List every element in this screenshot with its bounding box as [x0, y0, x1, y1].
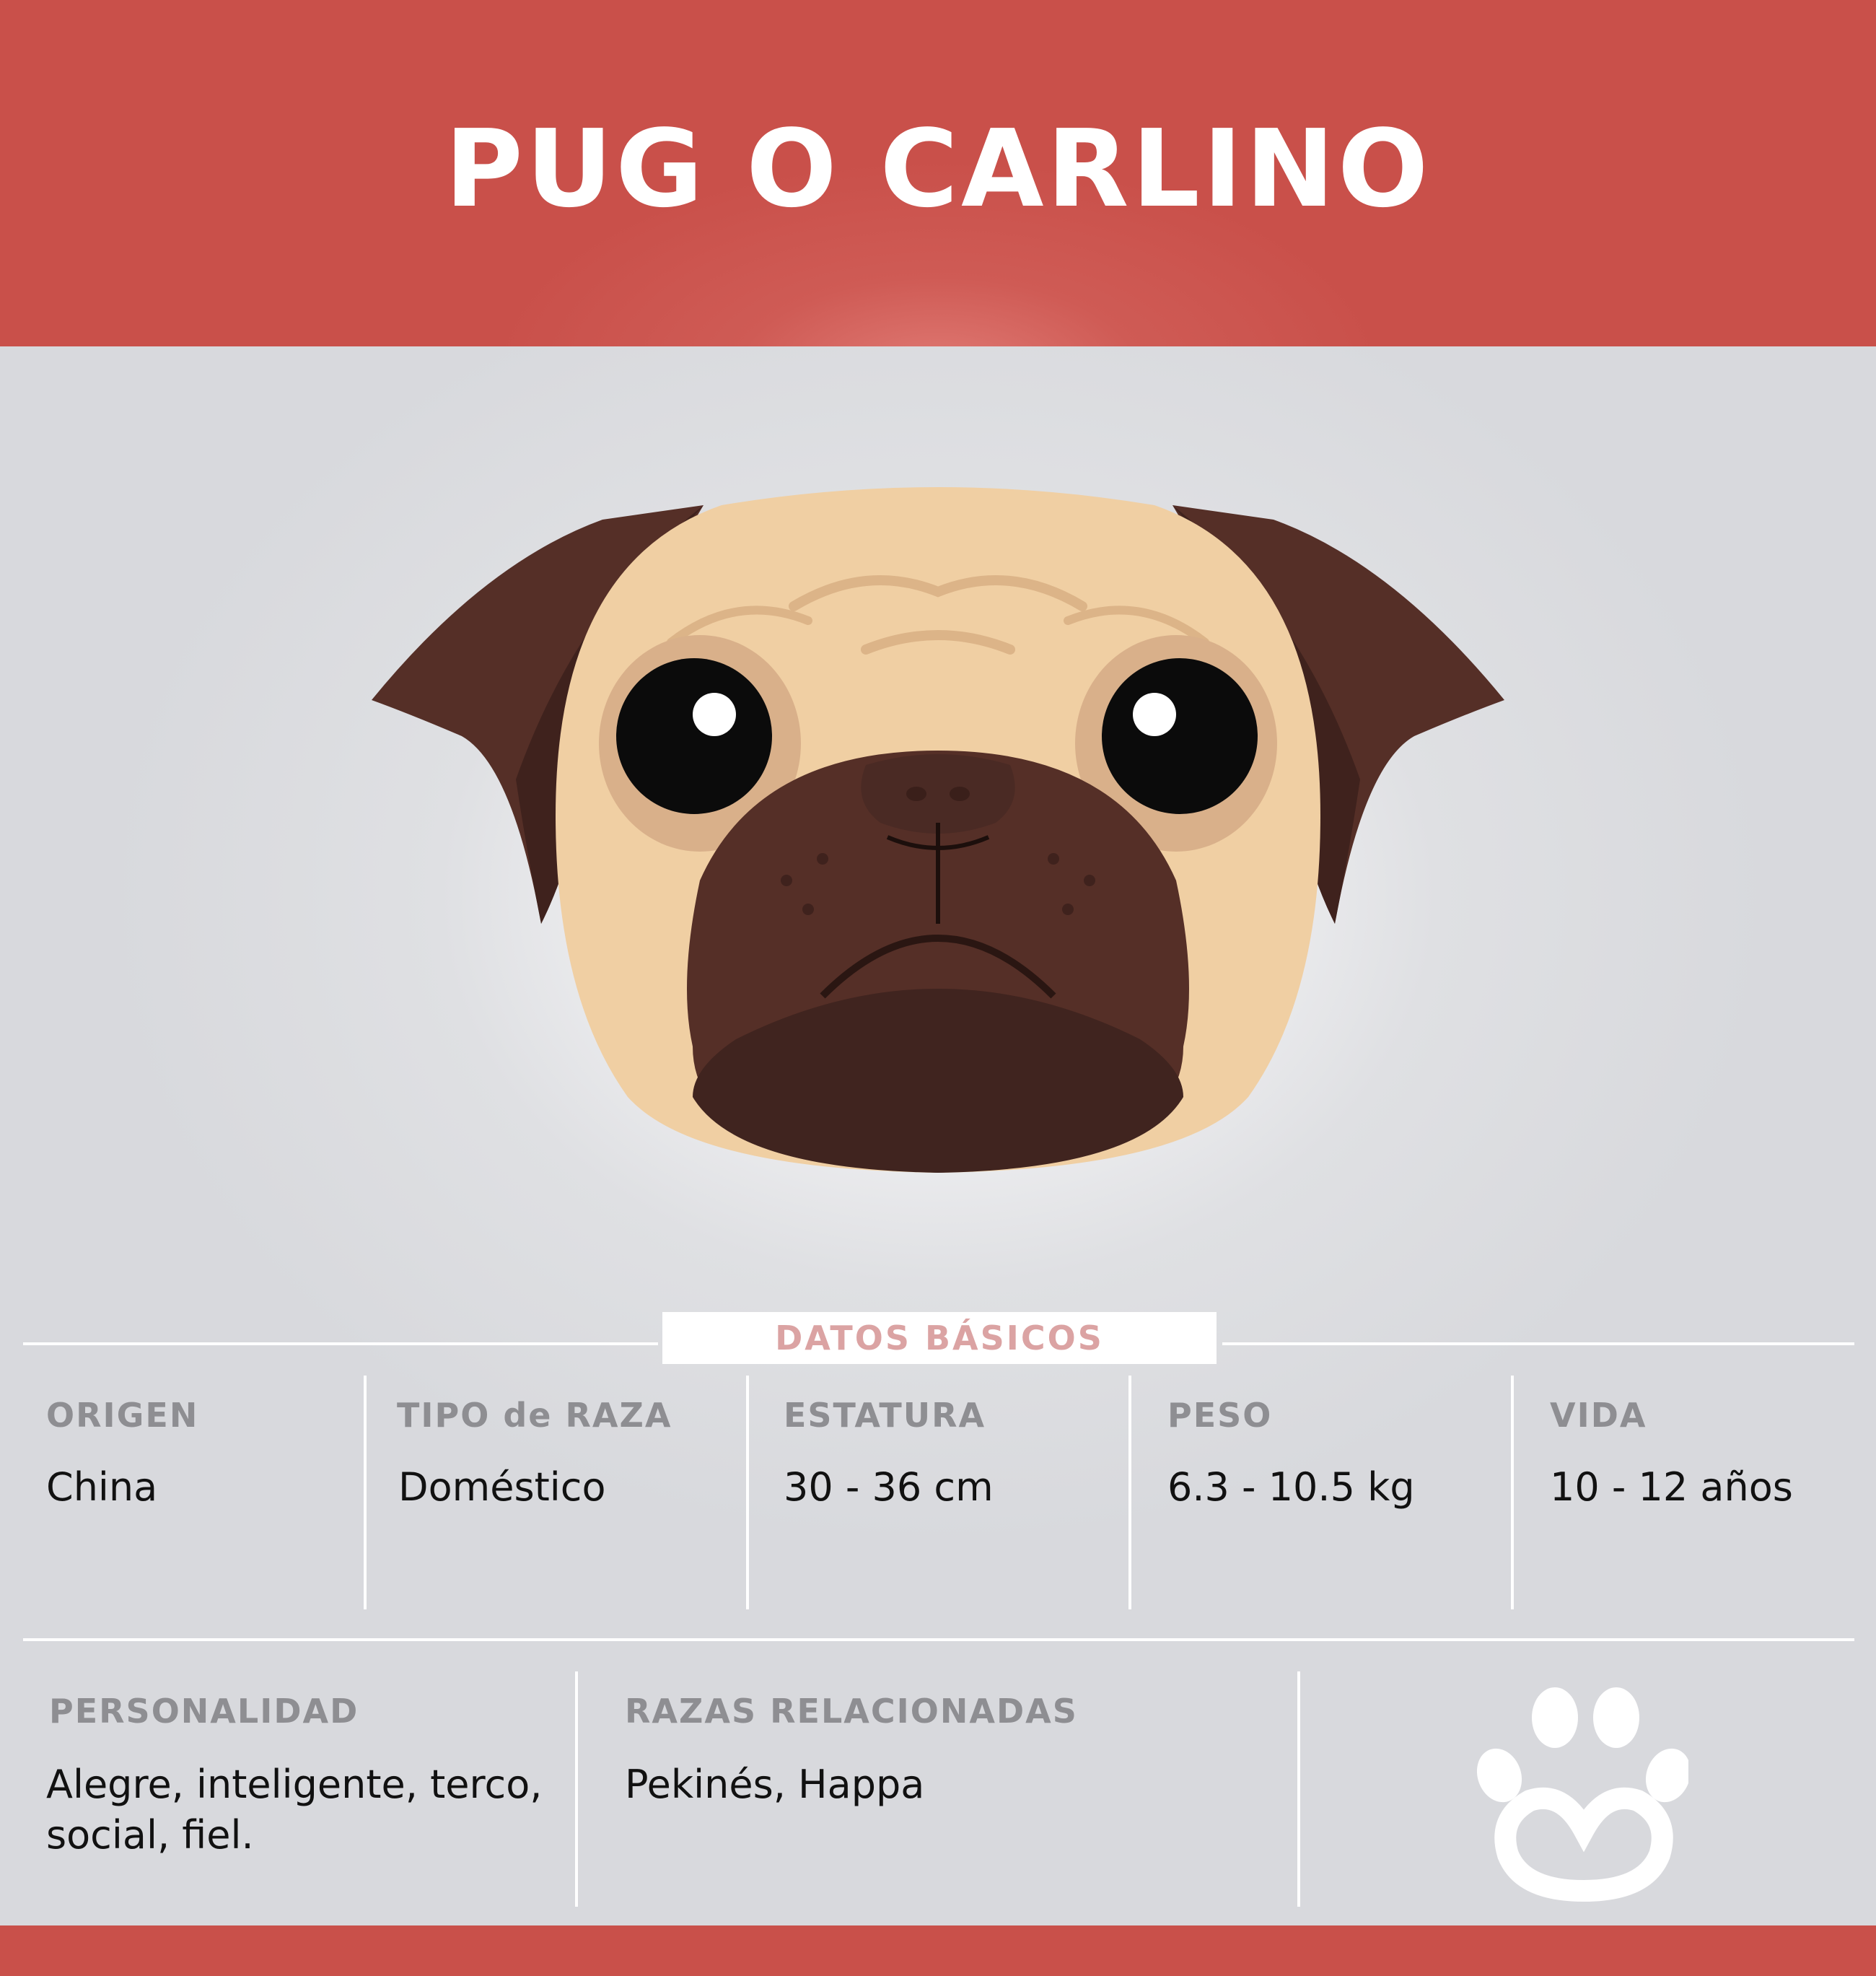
personality-label: PERSONALIDAD: [49, 1692, 359, 1731]
column-divider: [364, 1376, 367, 1609]
lifespan-label: VIDA: [1550, 1396, 1647, 1435]
height-value: 30 - 36 cm: [784, 1464, 994, 1510]
breed-type-label: TIPO de RAZA: [397, 1396, 672, 1435]
personality-value: Alegre, inteligente, terco, social, fiel…: [46, 1762, 543, 1858]
paw-heart-icon: [1476, 1687, 1688, 1902]
page-title: PUG O CARLINO: [444, 107, 1432, 231]
lifespan-value: 10 - 12 años: [1550, 1464, 1793, 1510]
breed-type-value: Doméstico: [398, 1464, 606, 1510]
footer-bar: [0, 1925, 1876, 1976]
related-breeds-value: Pekinés, Happa: [625, 1762, 925, 1807]
divider-top-right: [1222, 1342, 1854, 1345]
header-banner: PUG O CARLINO: [0, 0, 1876, 346]
height-label: ESTATURA: [784, 1396, 986, 1435]
pug-face-icon: [372, 487, 1504, 1173]
divider-middle: [23, 1638, 1854, 1641]
weight-label: PESO: [1167, 1396, 1273, 1435]
column-divider: [1297, 1671, 1300, 1907]
origin-value: China: [46, 1464, 158, 1510]
column-divider: [1511, 1376, 1514, 1609]
related-breeds-label: RAZAS RELACIONADAS: [625, 1692, 1078, 1731]
divider-top-left: [23, 1342, 658, 1345]
column-divider: [1128, 1376, 1131, 1609]
column-divider: [746, 1376, 749, 1609]
origin-label: ORIGEN: [46, 1396, 199, 1435]
weight-value: 6.3 - 10.5 kg: [1167, 1464, 1415, 1510]
section-badge: DATOS BÁSICOS: [662, 1312, 1217, 1364]
column-divider: [575, 1671, 578, 1907]
